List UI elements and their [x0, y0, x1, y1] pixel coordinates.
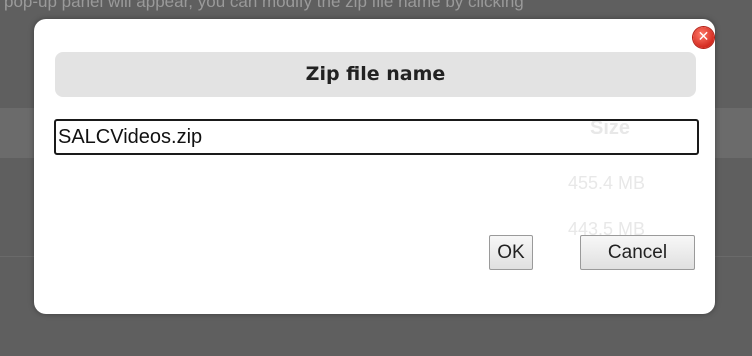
background-instruction-text: pop-up panel will appear, you can modify…	[4, 0, 524, 11]
ghost-row1-size: 455.4 MB	[568, 173, 646, 193]
zip-name-dialog: ✕ Zip file name Size 455.4 MB 443.5 MB O…	[34, 19, 715, 314]
close-icon[interactable]: ✕	[693, 27, 714, 48]
zip-file-name-input[interactable]	[54, 119, 699, 155]
ok-button[interactable]: OK	[489, 235, 533, 270]
dialog-title: Zip file name	[55, 52, 696, 97]
cancel-button[interactable]: Cancel	[580, 235, 695, 270]
